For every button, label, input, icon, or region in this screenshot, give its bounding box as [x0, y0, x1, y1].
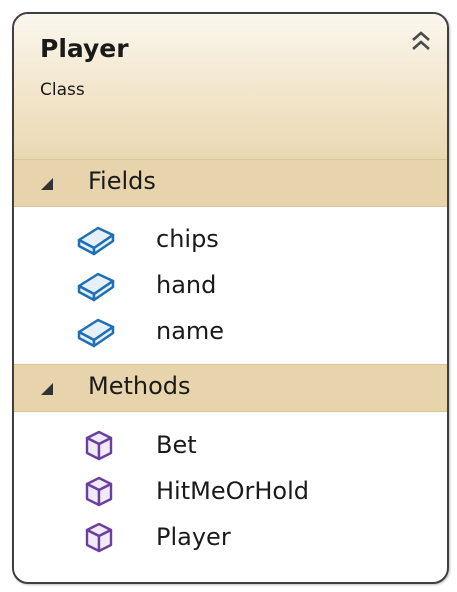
method-icon	[84, 429, 114, 463]
field-label: chips	[156, 225, 219, 253]
field-icon	[76, 223, 116, 257]
section-header-methods[interactable]: Methods	[14, 364, 447, 412]
method-item[interactable]: Bet	[14, 425, 447, 471]
class-shape[interactable]: Player Class Fields chips hand name Meth…	[12, 12, 449, 584]
field-item[interactable]: name	[14, 311, 447, 357]
section-label-fields: Fields	[88, 167, 156, 195]
field-icon	[76, 315, 116, 349]
field-item[interactable]: hand	[14, 265, 447, 311]
field-icon	[76, 269, 116, 303]
method-item[interactable]: HitMeOrHold	[14, 471, 447, 517]
field-label: hand	[156, 271, 217, 299]
field-item[interactable]: chips	[14, 219, 447, 265]
class-stereotype: Class	[40, 80, 85, 100]
method-icon	[84, 475, 114, 509]
method-label: HitMeOrHold	[156, 477, 309, 505]
method-label: Bet	[156, 431, 197, 459]
double-chevron-up-icon[interactable]	[409, 28, 433, 56]
method-label: Player	[156, 523, 231, 551]
class-header: Player Class	[14, 14, 447, 159]
collapse-triangle-icon[interactable]	[40, 381, 54, 395]
section-header-fields[interactable]: Fields	[14, 159, 447, 207]
section-label-methods: Methods	[88, 372, 191, 400]
method-item[interactable]: Player	[14, 517, 447, 563]
method-icon	[84, 521, 114, 555]
collapse-triangle-icon[interactable]	[40, 176, 54, 190]
field-label: name	[156, 317, 225, 345]
class-name: Player	[40, 34, 129, 63]
